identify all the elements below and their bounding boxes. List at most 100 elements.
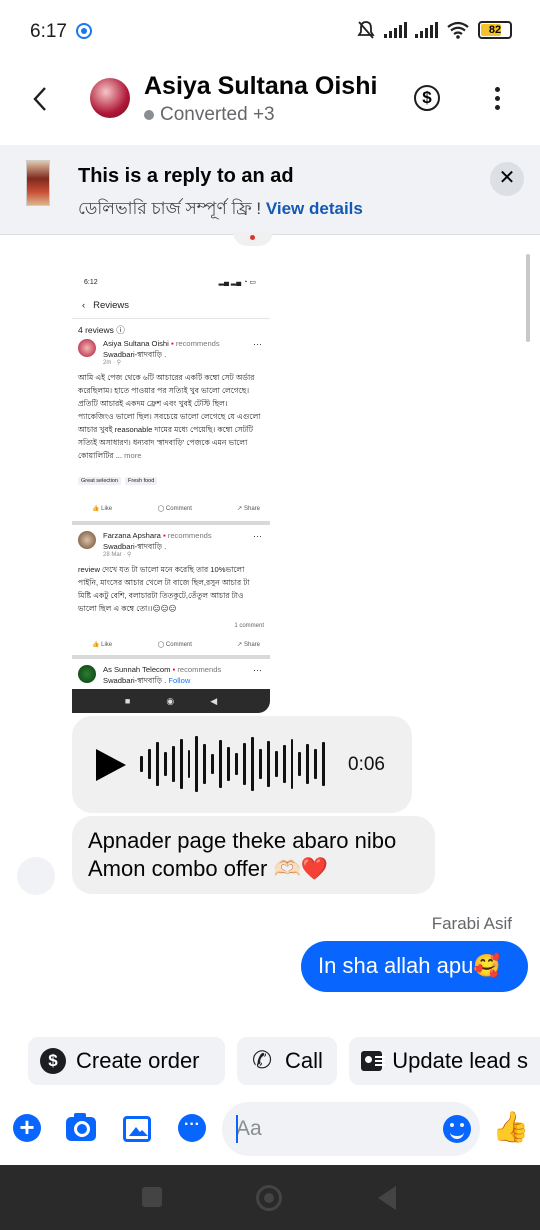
image-status-time: 6:12: [84, 279, 98, 286]
review-date-text: 2m: [103, 360, 112, 366]
image-status-icons: ▂▄ ▂▄ ◔ ▭: [218, 279, 256, 286]
chat-icon[interactable]: ···: [178, 1114, 206, 1142]
review-share: ↗ Share: [237, 506, 260, 512]
review-recommends: recommends: [167, 531, 212, 540]
image-reviews-title-text: Reviews: [93, 300, 129, 311]
review-share-text: Share: [243, 506, 260, 512]
contact-name[interactable]: Asiya Sultana Oishi: [144, 72, 377, 101]
ad-thumbnail[interactable]: [26, 160, 50, 206]
image-separator: [72, 521, 270, 525]
image-review-count: 4 reviews ⓘ: [78, 325, 125, 335]
image-review-item: Farzana Apshara ▪ recommends Swadbari-স্…: [78, 531, 266, 631]
message-composer: + ··· 👍: [0, 1100, 540, 1160]
back-arrow-icon[interactable]: [30, 84, 50, 114]
review-recommends: recommends: [177, 665, 222, 674]
play-icon[interactable]: [96, 749, 126, 781]
image-review-item: As Sunnah Telecom ▪ recommends Swadbari-…: [78, 665, 266, 689]
plus-icon[interactable]: +: [13, 1114, 41, 1142]
review-comment: ◯ Comment: [157, 642, 192, 648]
battery-icon: 82: [478, 21, 512, 39]
review-body-text: আমি এই পেজ থেকে ৬টি আচারের একটি কম্বো সে…: [78, 373, 261, 460]
review-share: ↗ Share: [237, 642, 260, 648]
home-button[interactable]: [256, 1185, 282, 1211]
banner-subtitle-text: ডেলিভারি চার্জ সম্পূর্ণ ফ্রি !: [78, 199, 266, 218]
update-lead-button[interactable]: Update lead s: [349, 1037, 540, 1085]
voice-waveform[interactable]: [140, 736, 326, 792]
reviewer-avatar: [78, 339, 96, 357]
message-input[interactable]: [236, 1115, 436, 1143]
review-like: 👍 Like: [92, 642, 113, 648]
review-more-link: more: [124, 451, 142, 460]
ad-reply-banner: This is a reply to an ad ডেলিভারি চার্জ …: [0, 145, 540, 235]
image-divider: [72, 318, 270, 319]
review-recommends: recommends: [175, 339, 220, 348]
close-icon[interactable]: ✕: [490, 162, 524, 196]
status-bar: 6:17 82: [0, 0, 540, 62]
gallery-icon[interactable]: [123, 1116, 151, 1142]
reviewer-name-text: Asiya Sultana Oishi: [103, 339, 169, 348]
conversation-header: Asiya Sultana Oishi Converted +3 $: [0, 62, 540, 142]
create-order-button[interactable]: $ Create order: [28, 1037, 225, 1085]
reviewer-name: Farzana Apshara ▪ recommends: [103, 531, 212, 540]
chat-scrollbar[interactable]: [526, 254, 530, 342]
review-more-icon: ···: [253, 339, 262, 349]
review-more-icon: ···: [253, 665, 262, 675]
emoji-icon[interactable]: [443, 1115, 471, 1143]
previous-message-peek: [233, 232, 273, 246]
image-review-item: Asiya Sultana Oishi ▪ recommends Swadbar…: [78, 339, 266, 499]
reviewer-name-text: As Sunnah Telecom: [103, 665, 171, 674]
contact-status-text: Converted +3: [160, 104, 275, 125]
review-comment-count: 1 comment: [234, 623, 264, 629]
review-body: আমি এই পেজ থেকে ৬টি আচারের একটি কম্বো সে…: [78, 371, 264, 462]
contact-status[interactable]: Converted +3: [144, 104, 275, 126]
review-page-text: Swadbari-স্বাদবাড়ি .: [103, 676, 167, 685]
image-nav-bar: ■ ◉ ◀: [72, 689, 270, 713]
text-caret: [236, 1115, 238, 1143]
status-icons: 82: [356, 20, 512, 40]
shared-screenshot-image[interactable]: 6:12 ▂▄ ▂▄ ◔ ▭ ‹ Reviews 4 reviews ⓘ Asi…: [72, 267, 270, 713]
review-tag: Great selection: [78, 477, 121, 485]
more-vertical-icon[interactable]: [494, 87, 502, 111]
view-details-link[interactable]: View details: [266, 199, 363, 218]
contact-avatar[interactable]: [90, 78, 130, 118]
voice-message-bubble[interactable]: 0:06: [72, 716, 412, 813]
sender-avatar[interactable]: [17, 857, 55, 895]
review-actions: 👍 Like ◯ Comment ↗ Share: [92, 505, 260, 512]
review-share-text: Share: [243, 642, 260, 648]
review-like-text: Like: [101, 506, 113, 512]
review-like-text: Like: [101, 642, 113, 648]
status-time: 6:17: [30, 21, 67, 42]
camera-icon[interactable]: [66, 1113, 96, 1141]
review-page: Swadbari-স্বাদবাড়ি . Follow: [103, 675, 190, 688]
review-date-text: 28 Mar: [103, 552, 122, 558]
mute-bell-icon: [357, 21, 375, 39]
review-comment: ◯ Comment: [157, 506, 192, 512]
system-nav-bar: [0, 1165, 540, 1230]
status-dot-icon: [144, 110, 154, 120]
wifi-icon: [447, 21, 469, 39]
banner-subtitle: ডেলিভারি চার্জ সম্পূর্ণ ফ্রি ! View deta…: [78, 196, 363, 224]
message-input-wrap[interactable]: [222, 1102, 480, 1156]
review-comment-text: Comment: [165, 642, 192, 648]
reviewer-name: Asiya Sultana Oishi ▪ recommends: [103, 339, 220, 348]
signal-icon: [384, 22, 407, 38]
call-button[interactable]: ✆ Call: [237, 1037, 337, 1085]
review-like: 👍 Like: [92, 506, 113, 512]
thumbs-up-icon[interactable]: 👍: [492, 1112, 529, 1144]
update-lead-label: Update lead s: [392, 1048, 528, 1073]
review-tag: Fresh food: [125, 477, 158, 485]
reviewer-avatar: [78, 531, 96, 549]
system-back-button[interactable]: [378, 1186, 396, 1210]
dollar-circle-icon: $: [40, 1048, 66, 1074]
sync-icon: [76, 23, 92, 39]
recents-button[interactable]: [142, 1187, 162, 1207]
review-date: 2m · ⚲: [103, 360, 122, 366]
signal-icon-2: [415, 22, 438, 38]
sent-message[interactable]: In sha allah apu🥰: [301, 941, 528, 992]
dollar-icon[interactable]: $: [414, 85, 440, 111]
review-body: review দেখে যত টা ভালো মনে করেছি তার 10%…: [78, 565, 250, 613]
received-message[interactable]: Apnader page theke abaro nibo Amon combo…: [72, 816, 435, 894]
voice-duration: 0:06: [348, 754, 385, 775]
phone-icon: ✆: [251, 1047, 273, 1074]
id-card-icon: [361, 1051, 386, 1071]
